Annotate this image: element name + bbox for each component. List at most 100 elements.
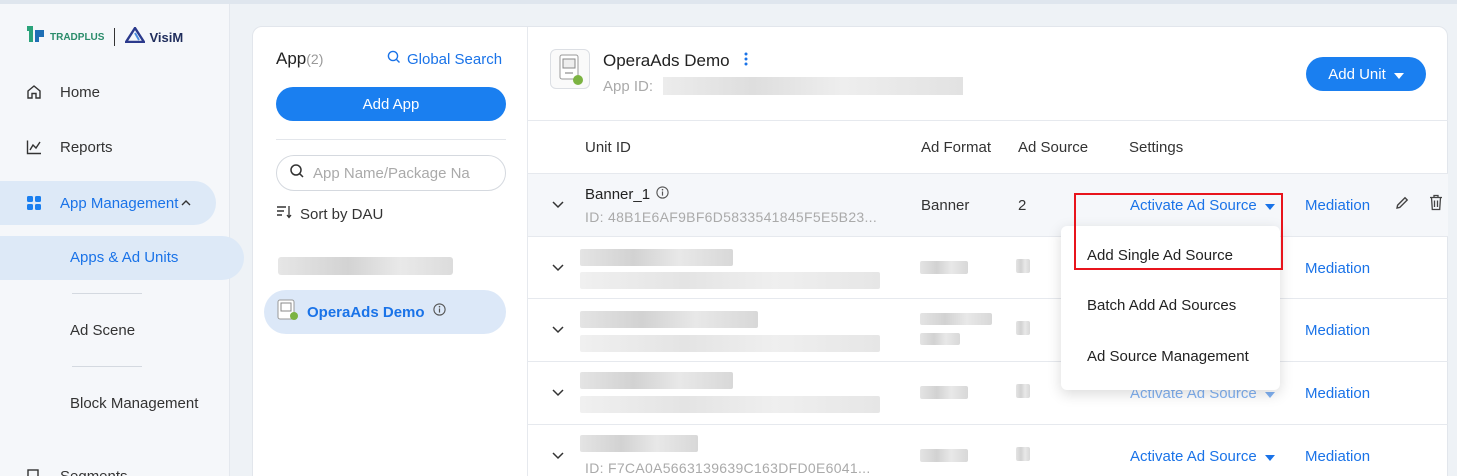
nav-segments-label: Segments xyxy=(60,467,128,476)
table-row: ID: F7CA0A5663139639C163DFD0E6041... Act… xyxy=(528,424,1448,476)
col-settings: Settings xyxy=(1129,139,1184,156)
caret-down-icon xyxy=(1393,66,1404,83)
add-unit-button[interactable]: Add Unit xyxy=(1306,57,1426,91)
app-id-redacted xyxy=(663,77,964,95)
add-app-button[interactable]: Add App xyxy=(276,87,506,121)
app-detail: OperaAds Demo App ID: Add Unit Unit ID A… xyxy=(528,27,1448,476)
app-icon xyxy=(277,299,299,326)
chevron-down-icon[interactable] xyxy=(550,196,566,212)
info-icon xyxy=(432,303,446,321)
app-list-item-redacted[interactable] xyxy=(278,257,453,275)
sort-icon xyxy=(276,205,292,223)
ad-format-redacted xyxy=(920,261,968,274)
chevron-up-icon xyxy=(180,196,192,213)
mediation-link[interactable]: Mediation xyxy=(1305,448,1370,465)
chevron-down-icon[interactable] xyxy=(550,447,566,463)
app-list-item-selected[interactable]: OperaAds Demo xyxy=(264,290,506,334)
segments-icon xyxy=(25,467,43,476)
col-unit-id: Unit ID xyxy=(585,139,631,156)
nav-reports[interactable]: Reports xyxy=(0,125,230,169)
menu-item-ad-source-management[interactable]: Ad Source Management xyxy=(1087,348,1249,365)
ad-format: Banner xyxy=(921,197,970,214)
table-row: Activate Ad Source Mediation xyxy=(528,361,1448,424)
unit-name-redacted xyxy=(580,435,698,452)
sidebar: TRADPLUS VisiM Home Reports App Manageme… xyxy=(0,4,244,476)
nav-ad-scene[interactable]: Ad Scene xyxy=(70,322,135,339)
app-count: (2) xyxy=(306,51,324,67)
chart-line-icon xyxy=(25,138,43,156)
home-icon xyxy=(25,83,43,101)
nav-reports-label: Reports xyxy=(60,138,113,156)
delete-icon[interactable] xyxy=(1429,194,1443,215)
logo-divider xyxy=(114,28,116,46)
app-detail-icon xyxy=(550,49,590,89)
sort-by-dau[interactable]: Sort by DAU xyxy=(276,205,383,223)
app-id-label: App ID: xyxy=(603,77,654,95)
unit-name-text: Banner_1 xyxy=(585,186,651,203)
unit-id: ID: F7CA0A5663139639C163DFD0E6041... xyxy=(585,460,871,476)
mediation-link[interactable]: Mediation xyxy=(1305,260,1370,277)
table-row: Mediation xyxy=(528,236,1448,299)
app-list-title: App(2) xyxy=(276,49,323,69)
nav-apps-ad-units[interactable]: Apps & Ad Units xyxy=(0,236,244,280)
unit-name-redacted xyxy=(580,372,733,389)
ad-format-redacted xyxy=(920,333,960,345)
selected-app-name: OperaAds Demo xyxy=(307,303,425,321)
highlight-box xyxy=(1074,193,1283,270)
grid-icon xyxy=(25,194,43,212)
ad-format-redacted xyxy=(920,313,992,325)
sort-label: Sort by DAU xyxy=(300,205,384,223)
mediation-link[interactable]: Mediation xyxy=(1305,197,1370,214)
global-search-label: Global Search xyxy=(407,50,503,68)
tradplus-logo-text: TRADPLUS xyxy=(50,31,105,43)
app-detail-name: OperaAds Demo xyxy=(603,51,748,71)
chevron-down-icon[interactable] xyxy=(550,384,566,400)
ad-format-redacted xyxy=(920,386,968,399)
ad-source-redacted xyxy=(1016,447,1030,461)
menu-item-batch-add-ad-sources[interactable]: Batch Add Ad Sources xyxy=(1087,297,1236,314)
nav-apps-ad-units-label: Apps & Ad Units xyxy=(70,249,179,266)
visim-logo-icon xyxy=(124,25,147,48)
caret-down-icon xyxy=(1264,448,1275,465)
search-icon xyxy=(387,50,401,68)
nav-block-management[interactable]: Block Management xyxy=(70,395,198,412)
col-ad-source: Ad Source xyxy=(1018,139,1089,156)
table-row: Banner_1 ID: 48B1E6AF9BF6D5833541845F5E5… xyxy=(528,173,1448,236)
app-detail-name-text: OperaAds Demo xyxy=(603,51,730,70)
activate-ad-source-dropdown[interactable]: Activate Ad Source xyxy=(1130,448,1275,465)
unit-name-redacted xyxy=(580,311,758,328)
activate-ad-source-label: Activate Ad Source xyxy=(1130,448,1257,465)
chevron-down-icon[interactable] xyxy=(550,321,566,337)
table-row: Mediation xyxy=(528,298,1448,361)
unit-id-redacted xyxy=(580,272,880,289)
add-unit-label: Add Unit xyxy=(1328,65,1386,83)
edit-icon[interactable] xyxy=(1394,195,1410,215)
table-header: Unit ID Ad Format Ad Source Settings xyxy=(528,120,1448,173)
sidebar-divider xyxy=(72,293,142,294)
mediation-link[interactable]: Mediation xyxy=(1305,385,1370,402)
ad-source-redacted xyxy=(1016,259,1030,273)
nav-segments[interactable]: Segments xyxy=(0,454,230,476)
ad-source-redacted xyxy=(1016,384,1030,398)
logo[interactable]: TRADPLUS VisiM xyxy=(26,24,183,50)
mediation-link[interactable]: Mediation xyxy=(1305,322,1370,339)
unit-name: Banner_1 xyxy=(585,186,669,203)
more-vertical-icon[interactable] xyxy=(744,51,748,71)
global-search-link[interactable]: Global Search xyxy=(387,50,502,68)
col-ad-format: Ad Format xyxy=(921,139,992,156)
info-icon xyxy=(656,186,669,203)
search-icon xyxy=(289,163,305,183)
divider xyxy=(276,139,506,140)
sidebar-divider xyxy=(72,366,142,367)
app-search-placeholder: App Name/Package Na xyxy=(313,164,470,182)
app-search-input[interactable]: App Name/Package Na xyxy=(276,155,506,191)
ad-source-redacted xyxy=(1016,321,1030,335)
nav-home[interactable]: Home xyxy=(0,70,230,114)
nav-app-management-label: App Management xyxy=(60,194,179,212)
ad-format-redacted xyxy=(920,449,968,462)
unit-id: ID: 48B1E6AF9BF6D5833541845F5E5B23... xyxy=(585,209,878,225)
unit-id-redacted xyxy=(580,396,880,413)
visim-logo-text: VisiM xyxy=(149,29,184,45)
chevron-down-icon[interactable] xyxy=(550,259,566,275)
nav-app-management[interactable]: App Management xyxy=(0,181,216,225)
